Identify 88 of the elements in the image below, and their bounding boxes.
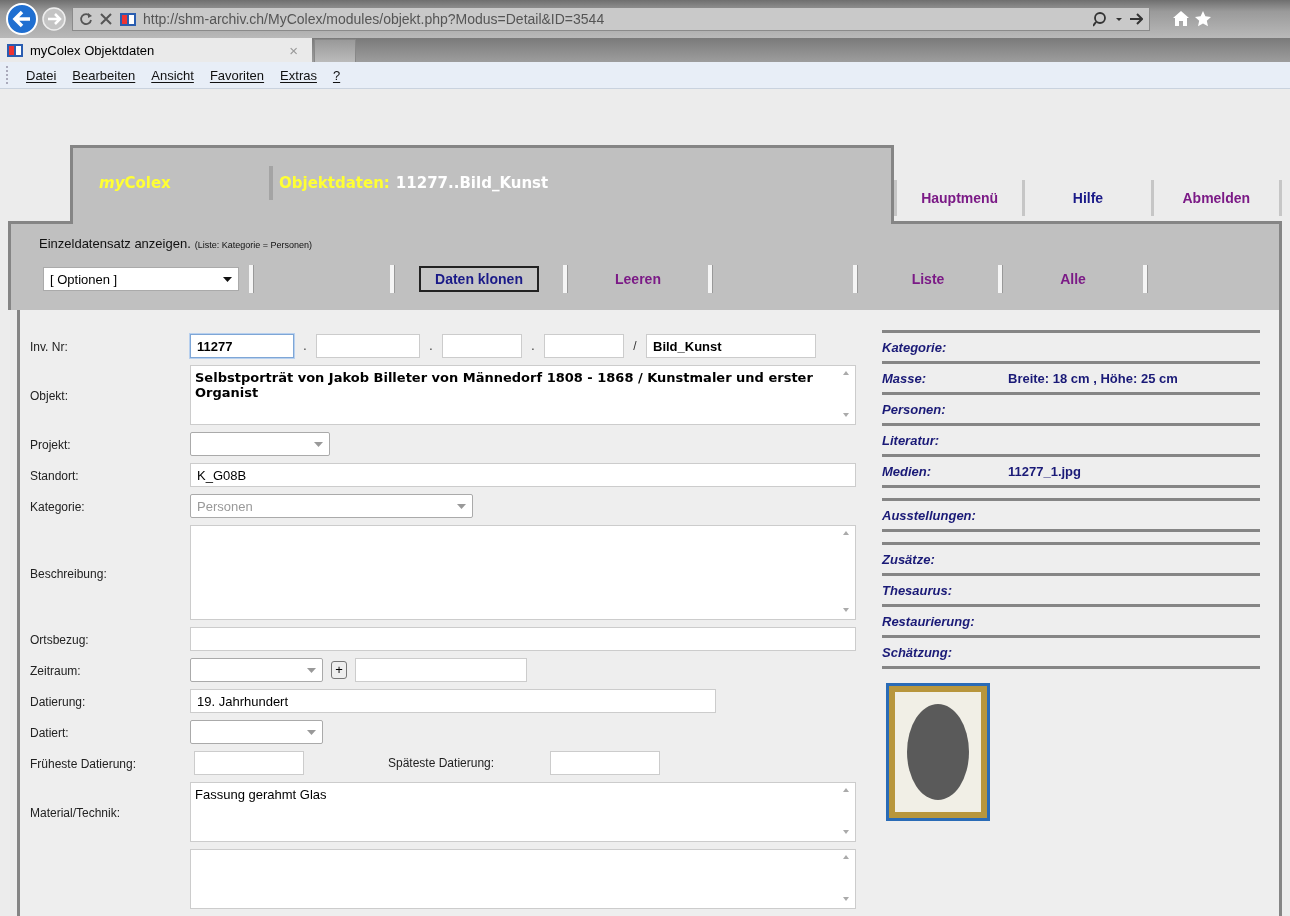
text-area[interactable]: Selbstporträt von Jakob Billeter von Männedorf 1808 - 1868 / Kunstmaler und erster Organist <box>190 365 856 425</box>
app-logo-name: Colex <box>124 174 171 192</box>
field-label: Standort: <box>30 469 79 483</box>
date-field[interactable] <box>194 751 304 775</box>
stop-icon[interactable] <box>99 12 113 26</box>
info-value: Breite: 18 cm , Höhe: 25 cm <box>1008 370 1178 386</box>
page-title-label: Objektdaten: <box>279 174 390 192</box>
go-arrow-icon[interactable] <box>1129 12 1143 26</box>
separator-text: . <box>530 339 536 353</box>
date-field[interactable] <box>550 751 661 775</box>
text-area[interactable]: Fassung gerahmt Glas <box>190 782 856 842</box>
menu-item[interactable]: Bearbeiten <box>64 67 144 83</box>
info-label: Schätzung: <box>882 644 954 660</box>
text-field[interactable] <box>190 627 856 651</box>
nav-link[interactable]: Abmelden <box>1153 190 1279 206</box>
mode-text: Einzeldatensatz anzeigen. <box>39 236 191 251</box>
info-label: Personen: <box>882 401 947 417</box>
info-label: Masse: <box>882 370 928 386</box>
toolbar-link[interactable]: Leeren <box>615 271 661 287</box>
inventory-number-field[interactable] <box>544 334 624 358</box>
inventory-number-field[interactable]: 11277 <box>190 334 294 358</box>
toolbar-link[interactable]: Liste <box>911 271 945 287</box>
menu-item[interactable]: Favoriten <box>201 67 273 83</box>
add-button[interactable]: + <box>331 661 347 679</box>
menu-item[interactable]: Ansicht <box>143 67 202 83</box>
info-value: 11277_1.jpg <box>1008 463 1081 479</box>
info-label: Literatur: <box>882 432 941 448</box>
search-icon[interactable] <box>1093 11 1109 27</box>
text-area[interactable] <box>190 525 856 620</box>
dropdown-caret-icon[interactable] <box>1115 15 1123 23</box>
text-field[interactable]: K_G08B <box>190 463 856 487</box>
info-label: Medien: <box>882 463 933 479</box>
filter-note: (Liste: Kategorie = Personen) <box>194 240 313 250</box>
app-logo-prefix: my <box>99 174 125 192</box>
menu-item[interactable]: Extras <box>272 67 325 83</box>
field-label: Objekt: <box>30 389 68 403</box>
separator-text: / <box>632 339 638 353</box>
dropdown[interactable] <box>190 720 323 744</box>
caret-icon <box>223 276 232 282</box>
browser-tab[interactable]: myColex Objektdaten × <box>0 38 312 62</box>
field-label: Ortsbezug: <box>30 633 89 647</box>
field-label: Projekt: <box>30 438 71 452</box>
info-label: Kategorie: <box>882 339 948 355</box>
info-label: Zusätze: <box>882 551 936 567</box>
info-label: Thesaurus: <box>882 582 954 598</box>
info-label: Ausstellungen: <box>882 507 977 523</box>
toolbar-link[interactable]: Alle <box>1060 271 1086 287</box>
text-field[interactable] <box>355 658 527 682</box>
nav-link[interactable]: Hilfe <box>1025 190 1151 206</box>
new-tab-button[interactable] <box>314 39 356 62</box>
field-label: Inv. Nr: <box>30 340 68 354</box>
field-label: Beschreibung: <box>30 566 107 581</box>
text-area[interactable] <box>190 849 856 909</box>
caret-icon <box>307 729 316 735</box>
info-label: Restaurierung: <box>882 613 976 629</box>
photo-placeholder[interactable] <box>886 683 990 821</box>
text-field[interactable]: 19. Jahrhundert <box>190 689 716 713</box>
site-favicon-icon <box>119 11 137 27</box>
field-label: Material/Technik: <box>30 806 121 820</box>
caret-icon <box>314 441 323 447</box>
page-title-value: 11277..Bild_Kunst <box>395 174 549 192</box>
star-icon[interactable] <box>1194 10 1212 28</box>
forward-button[interactable] <box>42 7 66 31</box>
options-dropdown[interactable]: [ Optionen ] <box>43 267 239 291</box>
tab-title: myColex Objektdaten <box>30 42 156 58</box>
field-label: Früheste Datierung: <box>30 757 137 771</box>
field-label: Zeitraum: <box>30 664 81 678</box>
field-label: Späteste Datierung: <box>388 756 495 770</box>
field-label: Datierung: <box>30 695 86 709</box>
caret-icon <box>457 503 466 509</box>
dropdown[interactable] <box>190 432 330 456</box>
refresh-icon[interactable] <box>79 12 93 26</box>
back-button[interactable] <box>6 3 38 35</box>
inventory-number-field[interactable]: Bild_Kunst <box>646 334 816 358</box>
field-label: Datiert: <box>30 726 69 740</box>
dropdown[interactable] <box>190 658 323 682</box>
inventory-number-field[interactable] <box>442 334 522 358</box>
separator-text: . <box>428 339 434 353</box>
inventory-number-field[interactable] <box>316 334 420 358</box>
field-label: Kategorie: <box>30 500 85 514</box>
clone-data-button[interactable]: Daten klonen <box>419 266 539 292</box>
menu-item[interactable]: ? <box>324 67 349 83</box>
separator-text: . <box>302 339 308 353</box>
nav-link[interactable]: Hauptmenü <box>897 190 1023 206</box>
menu-item[interactable]: Datei <box>18 67 65 83</box>
site-favicon-icon <box>6 42 24 58</box>
caret-icon <box>307 667 316 673</box>
home-icon[interactable] <box>1172 10 1190 28</box>
